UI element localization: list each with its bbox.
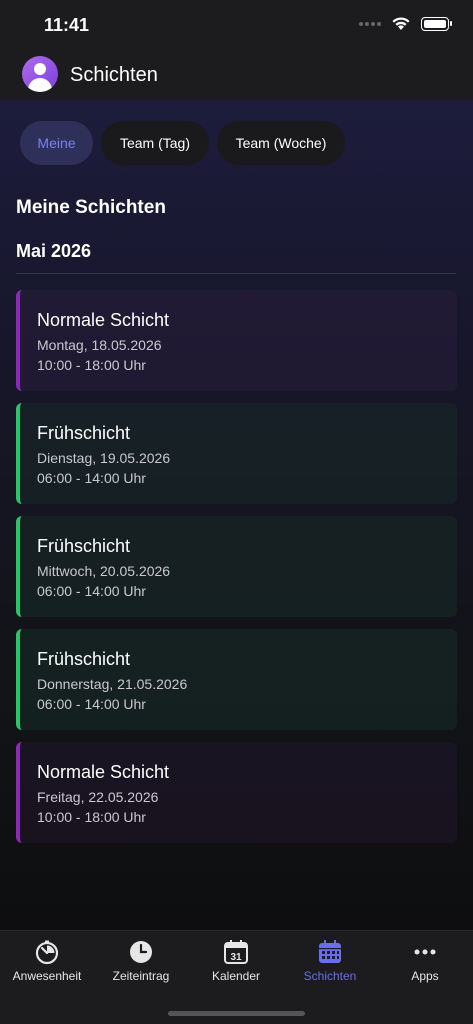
app-header: Schichten <box>0 50 473 100</box>
wifi-icon <box>392 17 410 30</box>
calendar-icon: 31 <box>224 940 248 964</box>
avatar[interactable] <box>22 56 58 92</box>
shift-calendar-icon <box>319 940 341 963</box>
tab-label: Anwesenheit <box>12 969 82 983</box>
more-dots-icon <box>414 949 436 955</box>
shift-name: Frühschicht <box>37 536 131 556</box>
cellular-signal-icon <box>359 21 381 26</box>
tab-label: Apps <box>411 969 439 983</box>
shift-card[interactable]: Normale Schicht Montag, 18.05.2026 10:00… <box>16 290 457 391</box>
shift-time: 06:00 - 14:00 Uhr <box>37 583 146 599</box>
tab-meine[interactable]: Meine <box>20 121 93 165</box>
shift-name: Frühschicht <box>37 649 131 669</box>
page-title: Schichten <box>70 64 158 86</box>
status-icons <box>359 16 452 31</box>
shift-date: Montag, 18.05.2026 <box>37 337 162 353</box>
month-title: Mai 2026 <box>16 241 92 261</box>
segment-tabs: Meine Team (Tag) Team (Woche) <box>20 121 345 165</box>
shift-time: 06:00 - 14:00 Uhr <box>37 470 146 486</box>
shift-time: 10:00 - 18:00 Uhr <box>37 809 146 825</box>
shift-list: Normale Schicht Montag, 18.05.2026 10:00… <box>16 290 457 855</box>
shift-card[interactable]: Frühschicht Donnerstag, 21.05.2026 06:00… <box>16 629 457 730</box>
tab-zeiteintrag[interactable]: Zeiteintrag <box>94 931 188 991</box>
shift-time: 10:00 - 18:00 Uhr <box>37 357 146 373</box>
shift-card[interactable]: Normale Schicht Freitag, 22.05.2026 10:0… <box>16 742 457 843</box>
status-bar: 11:41 <box>0 0 473 50</box>
shift-time: 06:00 - 14:00 Uhr <box>37 696 146 712</box>
shift-card[interactable]: Frühschicht Mittwoch, 20.05.2026 06:00 -… <box>16 516 457 617</box>
divider <box>16 273 456 274</box>
tab-apps[interactable]: Apps <box>378 931 472 991</box>
clock-icon <box>130 941 152 963</box>
tab-label: Zeiteintrag <box>112 969 170 983</box>
tab-schichten[interactable]: Schichten <box>283 931 377 991</box>
shift-date: Freitag, 22.05.2026 <box>37 789 159 805</box>
tab-label: Schichten <box>303 969 357 983</box>
shift-name: Normale Schicht <box>37 310 170 330</box>
shift-card[interactable]: Frühschicht Dienstag, 19.05.2026 06:00 -… <box>16 403 457 504</box>
tab-anwesenheit[interactable]: Anwesenheit <box>0 931 94 991</box>
shift-name: Frühschicht <box>37 423 131 443</box>
section-title: Meine Schichten <box>16 197 166 218</box>
shift-date: Mittwoch, 20.05.2026 <box>37 563 171 579</box>
status-time: 11:41 <box>44 15 90 35</box>
shift-date: Donnerstag, 21.05.2026 <box>37 676 188 692</box>
tab-kalender[interactable]: 31 Kalender <box>189 931 283 991</box>
main-content: Meine Team (Tag) Team (Woche) Meine Schi… <box>0 100 473 930</box>
shift-name: Normale Schicht <box>37 762 170 782</box>
home-indicator <box>168 1011 305 1016</box>
tab-label: Kalender <box>211 969 261 983</box>
tab-team-tag[interactable]: Team (Tag) <box>101 121 209 165</box>
battery-icon <box>421 16 452 31</box>
tab-team-woche[interactable]: Team (Woche) <box>217 121 345 165</box>
stopwatch-icon <box>35 940 59 965</box>
svg-text:31: 31 <box>230 952 242 963</box>
bottom-tab-bar: Anwesenheit Zeiteintrag 31 Kalender Schi… <box>0 930 473 1024</box>
shift-date: Dienstag, 19.05.2026 <box>37 450 171 466</box>
